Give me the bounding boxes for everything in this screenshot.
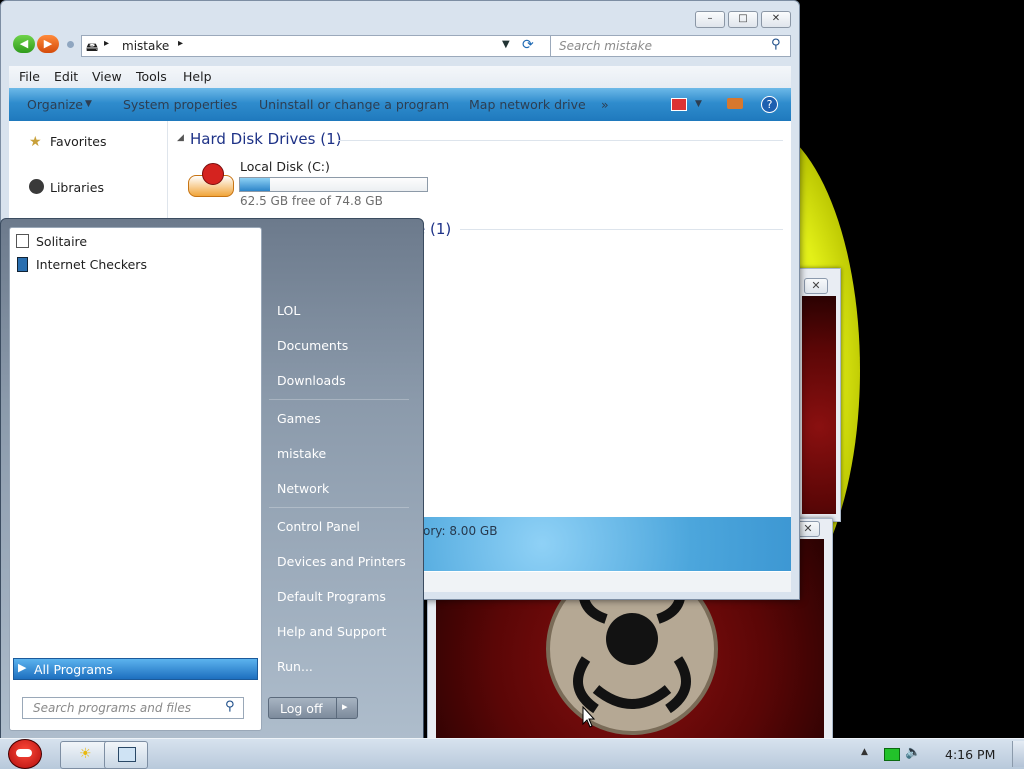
- start-item-help-support[interactable]: Help and Support: [277, 624, 386, 639]
- start-item-downloads[interactable]: Downloads: [277, 373, 346, 388]
- start-icon-eyes: [16, 749, 32, 757]
- start-item-games[interactable]: Games: [277, 411, 321, 426]
- address-dropdown-icon[interactable]: ▼: [502, 39, 510, 50]
- search-box[interactable]: Search mistake ⚲: [550, 35, 791, 57]
- shutdown-options-icon[interactable]: ▸: [342, 700, 348, 713]
- menu-help[interactable]: Help: [183, 69, 212, 84]
- folder-icon: ☀: [79, 746, 92, 762]
- address-bar[interactable]: 🖴 ▸ mistake ▸ ▼ ⟳: [81, 35, 551, 57]
- breadcrumb-chevron-icon[interactable]: ▸: [104, 38, 109, 49]
- close-icon: ✕: [811, 279, 821, 292]
- organize-button[interactable]: Organize: [27, 97, 83, 112]
- menu-separator: [269, 399, 409, 400]
- all-programs-button[interactable]: ▶ All Programs: [13, 658, 258, 680]
- start-search-box[interactable]: Search programs and files ⚲: [22, 697, 244, 719]
- solitaire-icon: [16, 234, 29, 248]
- favorites-star-icon: ★: [29, 134, 42, 150]
- collapse-group-icon[interactable]: ◢: [177, 133, 184, 143]
- breadcrumb-mistake[interactable]: mistake: [122, 39, 169, 53]
- breadcrumb-chevron-icon[interactable]: ▸: [178, 38, 183, 49]
- computer-icon: 🖴: [86, 40, 99, 54]
- more-commands-button[interactable]: »: [601, 97, 609, 112]
- menu-separator: [269, 507, 409, 508]
- volume-icon[interactable]: 🔈: [905, 745, 921, 760]
- view-dropdown-icon[interactable]: ▼: [695, 99, 702, 109]
- start-search-input[interactable]: Search programs and files: [33, 701, 191, 715]
- refresh-icon[interactable]: ⟳: [522, 37, 534, 53]
- organize-dropdown-icon[interactable]: ▼: [85, 99, 92, 109]
- search-icon[interactable]: ⚲: [225, 699, 235, 714]
- preview-pane-icon[interactable]: [727, 98, 743, 109]
- close-button[interactable]: ✕: [804, 278, 828, 294]
- group-divider: [338, 140, 783, 141]
- all-programs-label: All Programs: [34, 662, 113, 677]
- show-desktop-button[interactable]: [1012, 741, 1024, 767]
- uninstall-program-button[interactable]: Uninstall or change a program: [259, 97, 449, 112]
- forward-arrow-icon[interactable]: ▶: [37, 35, 59, 53]
- window-icon: [118, 747, 136, 762]
- menu-tools[interactable]: Tools: [136, 69, 167, 84]
- local-disk-item[interactable]: [186, 163, 234, 199]
- group-divider: [460, 229, 783, 230]
- command-bar: Organize ▼ System properties Uninstall o…: [9, 88, 791, 121]
- help-icon[interactable]: ?: [761, 96, 778, 113]
- nav-libraries[interactable]: Libraries: [50, 180, 104, 195]
- group-header-hard-disk-drives[interactable]: Hard Disk Drives (1): [190, 130, 341, 148]
- recent-pages-icon[interactable]: [67, 41, 74, 48]
- start-item-devices-printers[interactable]: Devices and Printers: [277, 554, 406, 569]
- minimize-button[interactable]: –: [695, 11, 725, 28]
- back-arrow-icon[interactable]: ◀: [13, 35, 35, 53]
- menu-view[interactable]: View: [92, 69, 122, 84]
- menu-bar: File Edit View Tools Help: [9, 66, 791, 88]
- disk-usage-fill: [240, 178, 270, 191]
- start-item-control-panel[interactable]: Control Panel: [277, 519, 360, 534]
- arrow-right-icon: ▶: [18, 661, 27, 674]
- local-disk-name[interactable]: Local Disk (C:): [240, 159, 330, 174]
- taskbar-window-button[interactable]: [104, 741, 148, 769]
- start-item-run[interactable]: Run...: [277, 659, 313, 674]
- search-icon[interactable]: ⚲: [771, 37, 781, 52]
- menu-file[interactable]: File: [19, 69, 40, 84]
- maximize-button[interactable]: □: [728, 11, 758, 28]
- view-options-icon[interactable]: [671, 98, 687, 111]
- taskbar: ☀ ▲ 🔈 4:16 PM: [0, 738, 1024, 769]
- start-item-network[interactable]: Network: [277, 481, 329, 496]
- start-item-documents[interactable]: Documents: [277, 338, 348, 353]
- angry-bird-icon: [202, 163, 224, 185]
- background-window-top[interactable]: ✕: [797, 268, 841, 522]
- program-internet-checkers[interactable]: Internet Checkers: [36, 257, 147, 272]
- menu-edit[interactable]: Edit: [54, 69, 78, 84]
- libraries-icon: [29, 179, 44, 194]
- clock[interactable]: 4:16 PM: [945, 747, 995, 762]
- button-divider: [336, 698, 337, 718]
- map-network-drive-button[interactable]: Map network drive: [469, 97, 586, 112]
- logoff-button[interactable]: Log off: [280, 701, 323, 716]
- mouse-cursor-icon: [582, 706, 596, 728]
- programs-pane: Solitaire Internet Checkers ▶ All Progra…: [9, 227, 262, 731]
- memory-info: ory: 8.00 GB: [423, 524, 498, 538]
- start-menu: Solitaire Internet Checkers ▶ All Progra…: [0, 218, 424, 740]
- start-item-mistake[interactable]: mistake: [277, 446, 326, 461]
- network-icon[interactable]: [884, 748, 900, 761]
- close-button[interactable]: ✕: [761, 11, 791, 28]
- hydra-image-partial: [802, 296, 836, 514]
- disk-free-space: 62.5 GB free of 74.8 GB: [240, 194, 383, 208]
- start-item-default-programs[interactable]: Default Programs: [277, 589, 386, 604]
- nav-favorites[interactable]: Favorites: [50, 134, 106, 149]
- internet-checkers-icon: [17, 257, 28, 272]
- system-properties-button[interactable]: System properties: [123, 97, 237, 112]
- show-hidden-icons[interactable]: ▲: [861, 747, 868, 757]
- start-item-lol[interactable]: LOL: [277, 303, 300, 318]
- navigation-bar: ◀ ▶ 🖴 ▸ mistake ▸ ▼ ⟳ Search mistake ⚲: [9, 33, 791, 59]
- disk-usage-bar: [239, 177, 428, 192]
- start-button[interactable]: [2, 731, 46, 769]
- logoff-button-group: Log off ▸: [268, 697, 358, 719]
- search-input[interactable]: Search mistake: [559, 39, 652, 53]
- close-icon: ✕: [803, 522, 813, 535]
- program-solitaire[interactable]: Solitaire: [36, 234, 87, 249]
